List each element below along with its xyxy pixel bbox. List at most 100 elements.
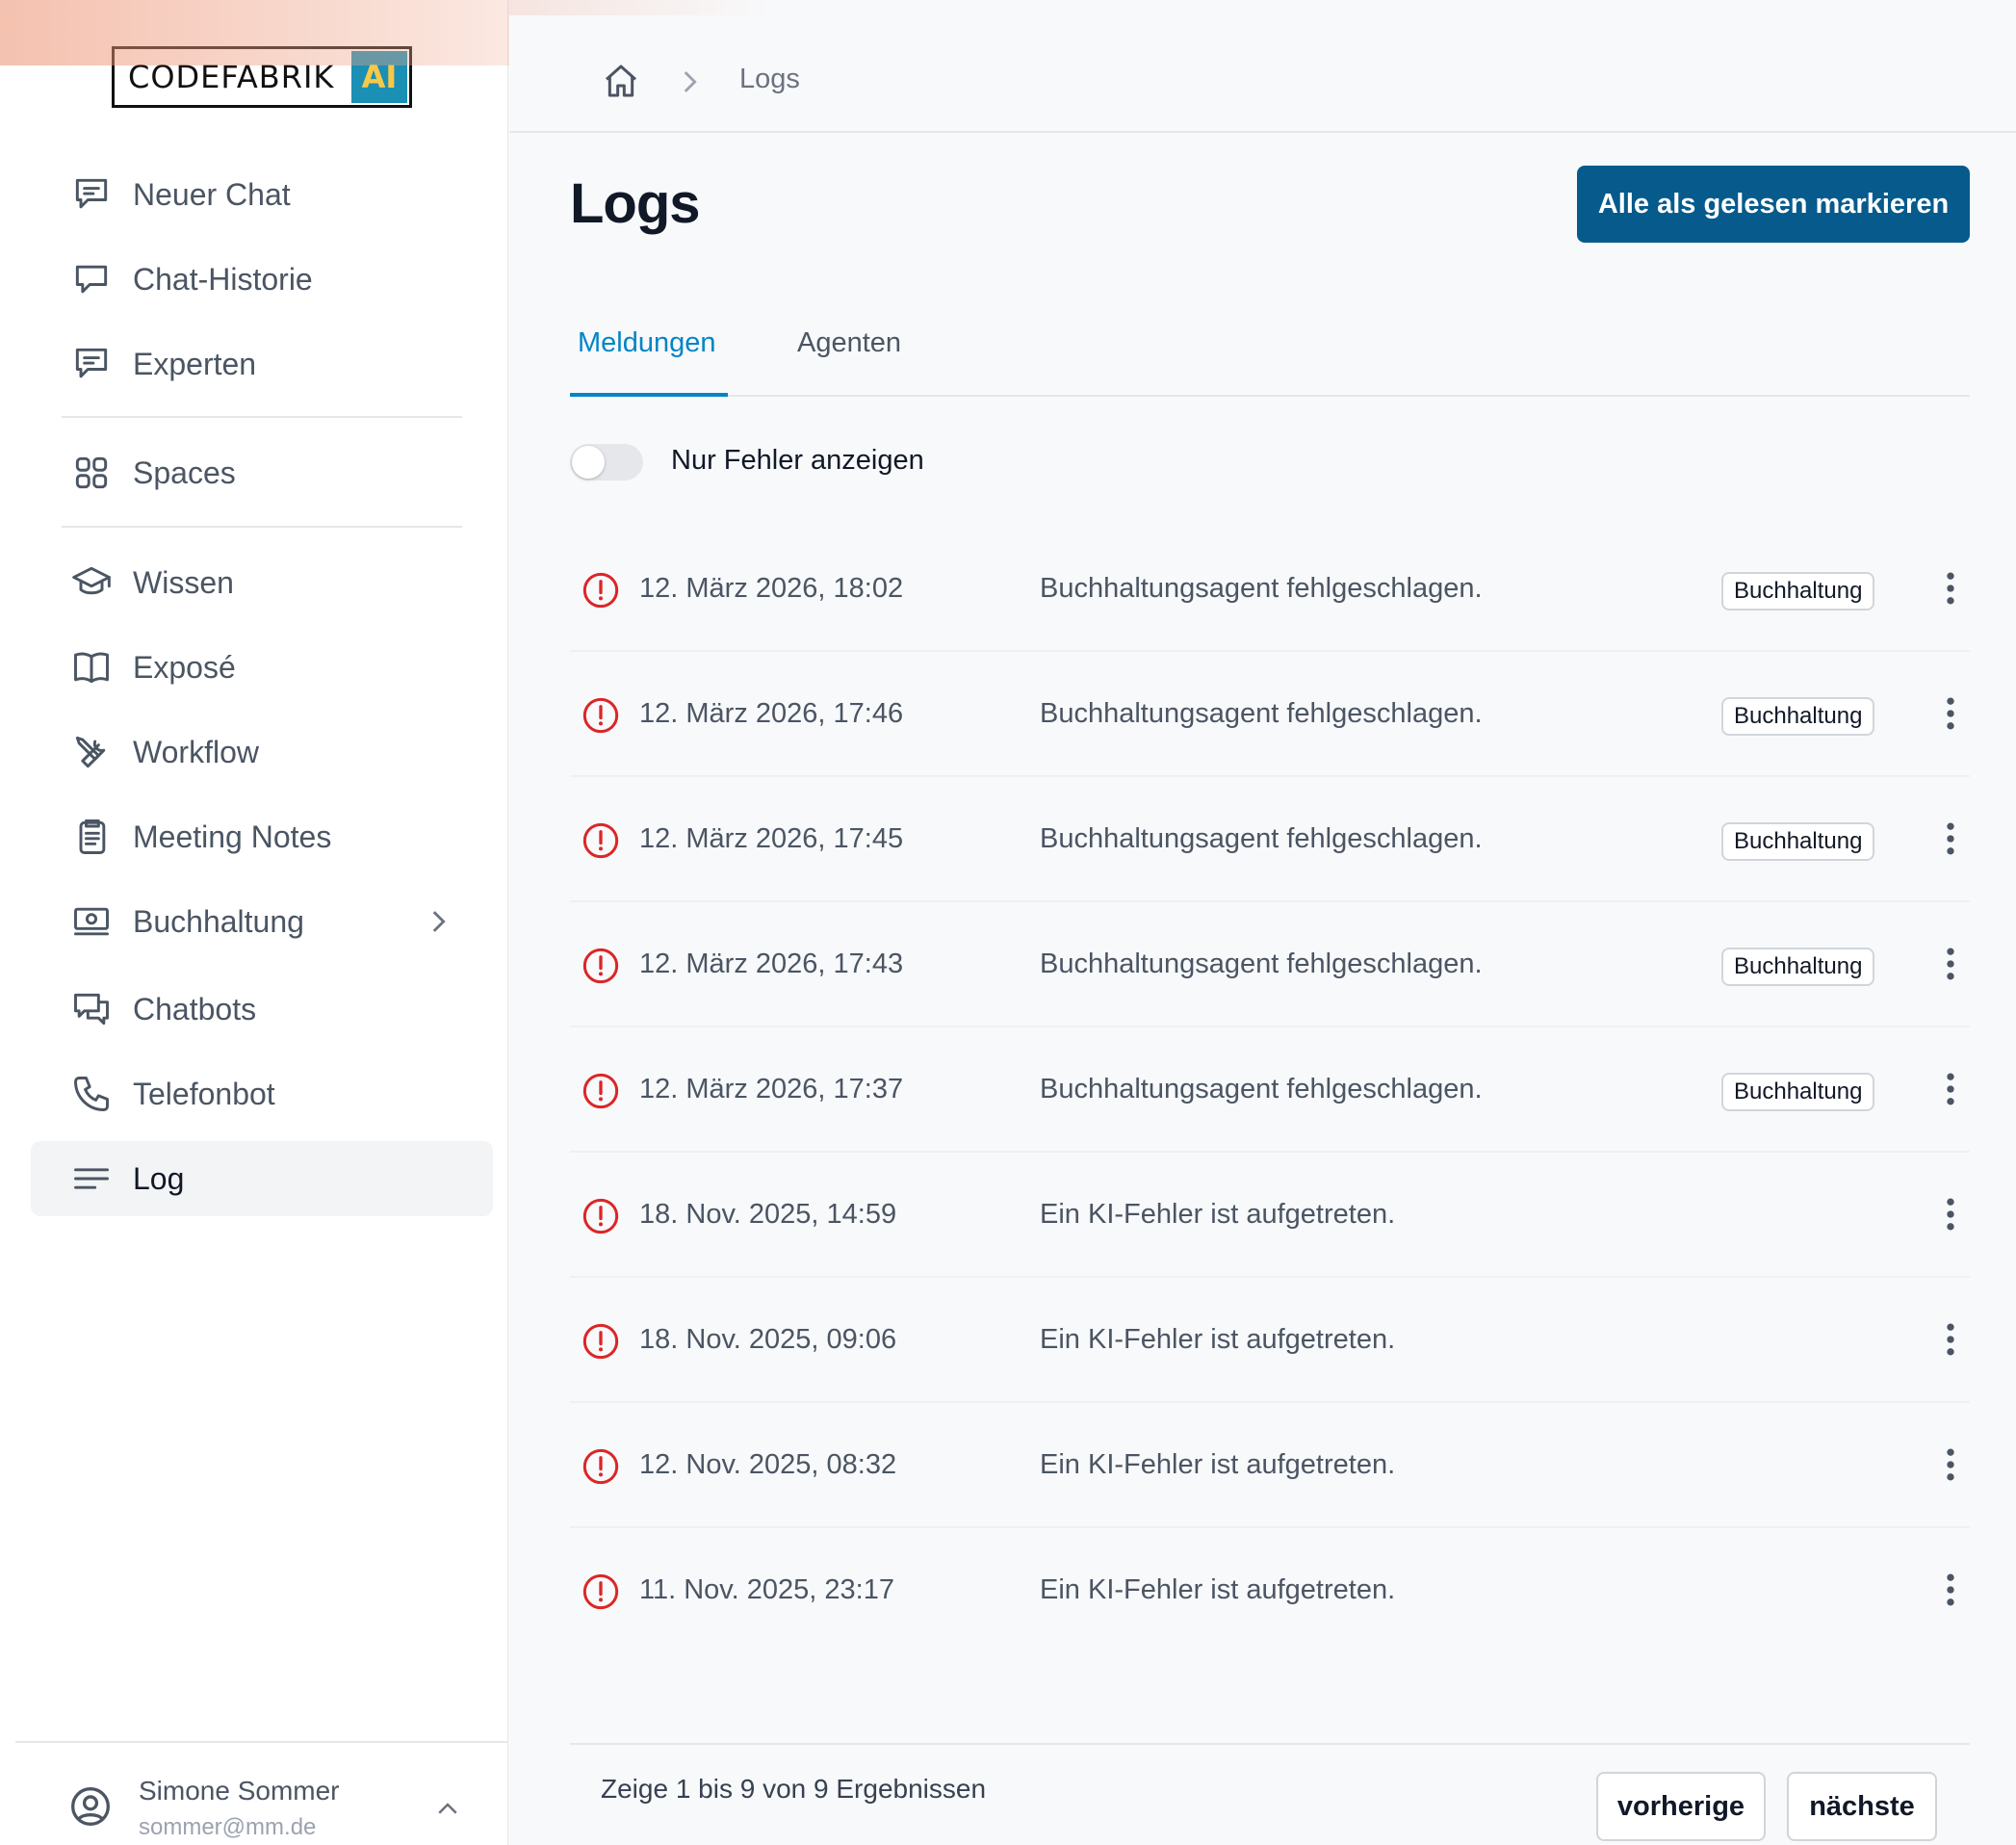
sidebar-item-neuer-chat[interactable]: Neuer Chat — [31, 157, 493, 232]
log-category-badge: Buchhaltung — [1721, 572, 1875, 611]
sidebar-item-wissen[interactable]: Wissen — [31, 545, 493, 620]
sidebar-item-meeting-notes[interactable]: Meeting Notes — [31, 799, 493, 874]
tab-agenten[interactable]: Agenten — [797, 327, 901, 359]
more-options-icon[interactable] — [1935, 1068, 1966, 1110]
table-row[interactable]: 12. März 2026, 17:43 Buchhaltungsagent fe… — [570, 902, 1970, 1027]
phone-icon — [69, 1072, 114, 1116]
clipboard-icon — [69, 815, 114, 859]
log-timestamp: 12. März 2026, 17:37 — [639, 1074, 904, 1104]
error-alert-icon — [582, 821, 620, 860]
mark-all-read-button[interactable]: Alle als gelesen markieren — [1577, 166, 1970, 243]
table-row[interactable]: 12. März 2026, 18:02 Buchhaltungsagent fe… — [570, 527, 1970, 652]
more-options-icon[interactable] — [1935, 1443, 1966, 1486]
home-icon[interactable] — [602, 62, 644, 104]
more-options-icon[interactable] — [1935, 1569, 1966, 1611]
table-row[interactable]: 18. Nov. 2025, 09:06 Ein KI-Fehler ist au… — [570, 1278, 1970, 1403]
log-timestamp: 12. Nov. 2025, 08:32 — [639, 1449, 897, 1480]
log-message: Buchhaltungsagent fehlgeschlagen. — [1040, 948, 1483, 979]
graduation-cap-icon — [69, 560, 114, 605]
error-alert-icon — [582, 696, 620, 735]
cash-icon — [69, 899, 114, 944]
table-row[interactable]: 11. Nov. 2025, 23:17 Ein KI-Fehler ist au… — [570, 1528, 1970, 1653]
chevron-right-icon — [673, 65, 706, 98]
more-options-icon[interactable] — [1935, 1193, 1966, 1235]
sidebar: CODEFABRIK AI Neuer Chat Chat-Historie E… — [0, 0, 508, 1845]
tab-meldungen[interactable]: Meldungen — [578, 327, 716, 359]
sidebar-item-chat-historie[interactable]: Chat-Historie — [31, 242, 493, 317]
more-options-icon[interactable] — [1935, 818, 1966, 860]
sidebar-item-label: Wissen — [133, 564, 234, 600]
table-row[interactable]: 12. März 2026, 17:37 Buchhaltungsagent fe… — [570, 1027, 1970, 1153]
chat-history-icon — [69, 257, 114, 301]
pagination: Zeige 1 bis 9 von 9 Ergebnissen vorherig… — [570, 1743, 1970, 1845]
user-avatar-icon — [69, 1785, 112, 1828]
brand-ai-badge: AI — [351, 51, 407, 103]
brand-name: CODEFABRIK — [128, 59, 335, 95]
log-message: Buchhaltungsagent fehlgeschlagen. — [1040, 823, 1483, 854]
log-category-badge: Buchhaltung — [1721, 822, 1875, 861]
user-menu[interactable]: Simone Sommer sommer@mm.de — [15, 1741, 508, 1845]
log-message: Ein KI-Fehler ist aufgetreten. — [1040, 1574, 1396, 1605]
list-icon — [69, 1156, 114, 1201]
log-message: Ein KI-Fehler ist aufgetreten. — [1040, 1199, 1396, 1230]
log-category-badge: Buchhaltung — [1721, 1073, 1875, 1111]
active-tab-indicator — [570, 393, 728, 397]
error-alert-icon — [582, 947, 620, 985]
user-name: Simone Sommer — [139, 1776, 340, 1806]
breadcrumb-current[interactable]: Logs — [739, 64, 800, 95]
experts-chat-icon — [69, 342, 114, 386]
table-row[interactable]: 12. März 2026, 17:45 Buchhaltungsagent fe… — [570, 777, 1970, 902]
sidebar-item-label: Workflow — [133, 734, 259, 769]
chevron-up-icon[interactable] — [433, 1795, 462, 1824]
sidebar-item-expose[interactable]: Exposé — [31, 630, 493, 705]
sidebar-item-telefonbot[interactable]: Telefonbot — [31, 1056, 493, 1131]
sidebar-item-spaces[interactable]: Spaces — [31, 435, 493, 510]
sidebar-item-buchhaltung[interactable]: Buchhaltung — [31, 884, 493, 959]
next-page-button[interactable]: nächste — [1787, 1772, 1937, 1841]
error-alert-icon — [582, 1447, 620, 1486]
log-timestamp: 12. März 2026, 17:46 — [639, 698, 904, 729]
log-category-badge: Buchhaltung — [1721, 697, 1875, 736]
error-alert-icon — [582, 1072, 620, 1110]
grid-icon — [69, 451, 114, 495]
error-alert-icon — [582, 1197, 620, 1235]
previous-page-button[interactable]: vorherige — [1596, 1772, 1766, 1841]
table-row[interactable]: 18. Nov. 2025, 14:59 Ein KI-Fehler ist au… — [570, 1153, 1970, 1278]
chevron-right-icon[interactable] — [422, 905, 454, 938]
more-options-icon[interactable] — [1935, 1318, 1966, 1361]
sidebar-item-label: Telefonbot — [133, 1076, 275, 1111]
sidebar-item-experten[interactable]: Experten — [31, 326, 493, 402]
sidebar-item-label: Experten — [133, 346, 257, 381]
log-message: Buchhaltungsagent fehlgeschlagen. — [1040, 573, 1483, 604]
log-list: 12. März 2026, 18:02 Buchhaltungsagent fe… — [570, 527, 1970, 1653]
sidebar-divider — [62, 526, 462, 528]
errors-only-label: Nur Fehler anzeigen — [671, 445, 924, 476]
log-timestamp: 12. März 2026, 17:45 — [639, 823, 904, 854]
sidebar-item-label: Meeting Notes — [133, 819, 332, 854]
user-email: sommer@mm.de — [139, 1814, 317, 1840]
brand-logo[interactable]: CODEFABRIK AI — [112, 46, 412, 108]
more-options-icon[interactable] — [1935, 567, 1966, 610]
page-title: Logs — [570, 172, 701, 235]
sidebar-divider — [62, 416, 462, 418]
sidebar-item-workflow[interactable]: Workflow — [31, 715, 493, 790]
log-timestamp: 12. März 2026, 17:43 — [639, 948, 904, 979]
sidebar-item-label: Spaces — [133, 455, 236, 490]
chat-bubble-icon — [69, 172, 114, 217]
log-message: Ein KI-Fehler ist aufgetreten. — [1040, 1324, 1396, 1355]
sidebar-item-log[interactable]: Log — [31, 1141, 493, 1216]
table-row[interactable]: 12. Nov. 2025, 08:32 Ein KI-Fehler ist au… — [570, 1403, 1970, 1528]
more-options-icon[interactable] — [1935, 692, 1966, 735]
table-row[interactable]: 12. März 2026, 17:46 Buchhaltungsagent fe… — [570, 652, 1970, 777]
topbar: Logs — [509, 15, 2016, 133]
toggle-knob — [572, 446, 605, 479]
sidebar-item-label: Neuer Chat — [133, 176, 291, 212]
sidebar-item-chatbots[interactable]: Chatbots — [31, 972, 493, 1047]
error-alert-icon — [582, 1322, 620, 1361]
tab-bar: Meldungen Agenten — [570, 289, 1970, 397]
more-options-icon[interactable] — [1935, 943, 1966, 985]
errors-only-toggle[interactable] — [570, 444, 643, 481]
error-alert-icon — [582, 571, 620, 610]
error-alert-icon — [582, 1572, 620, 1611]
log-timestamp: 12. März 2026, 18:02 — [639, 573, 904, 604]
